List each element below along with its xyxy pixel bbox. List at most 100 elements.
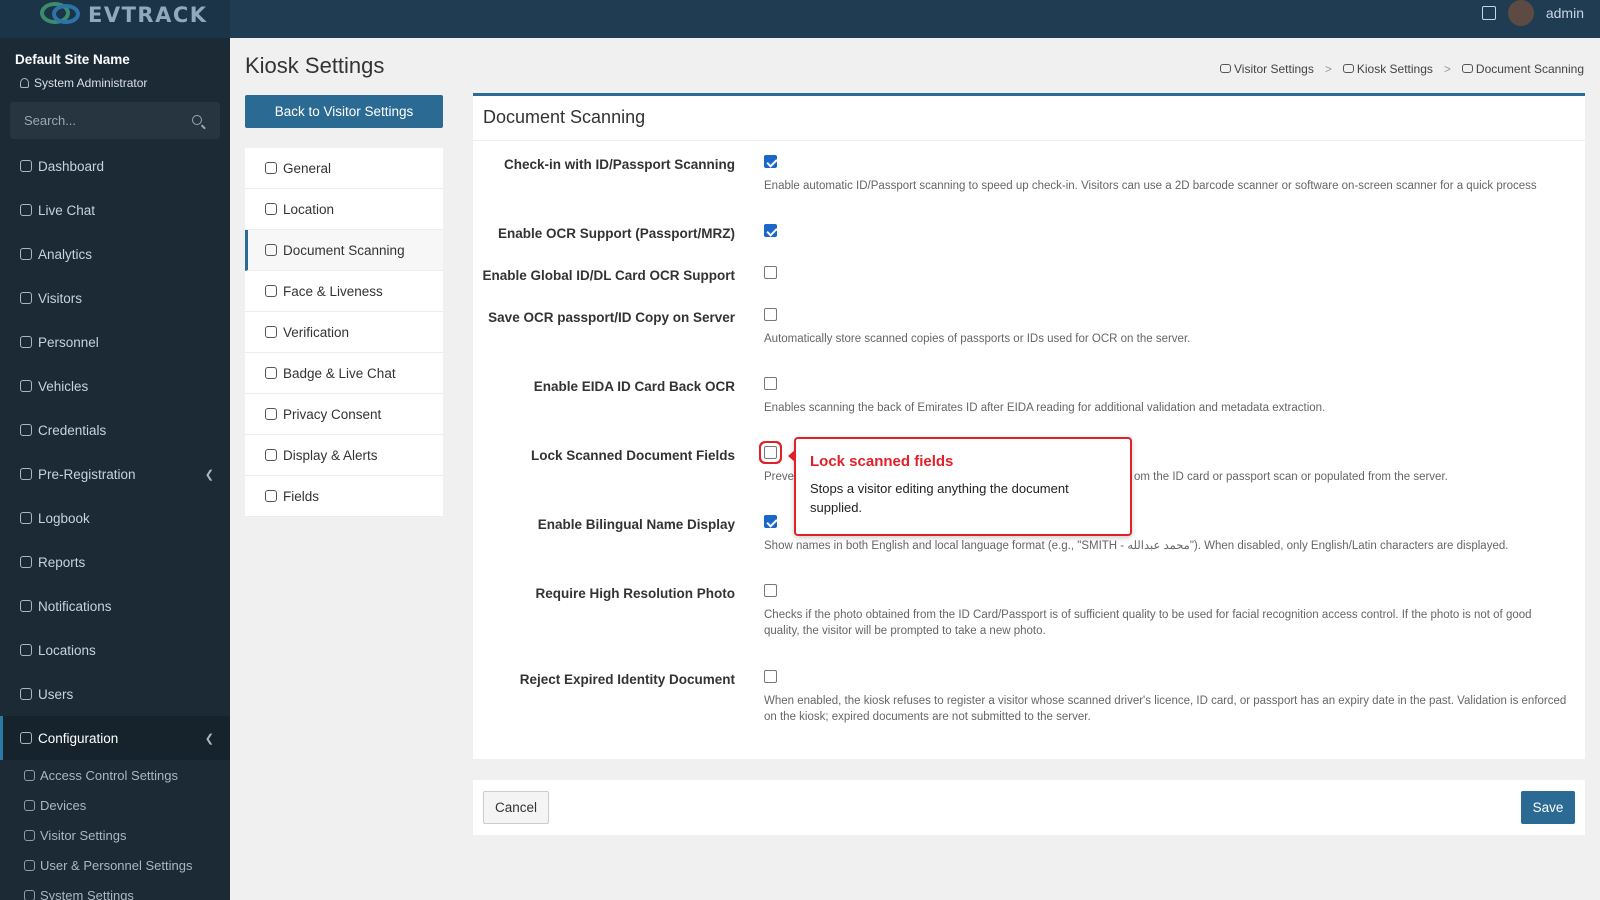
notifications-icon — [20, 600, 32, 612]
setting-description: Enable automatic ID/Passport scanning to… — [764, 180, 1537, 192]
sidebar-item-analytics[interactable]: Analytics — [0, 232, 230, 276]
checkbox-global-id-ocr[interactable] — [764, 266, 777, 279]
subnav-label: Fields — [283, 488, 320, 504]
user-role-text: System Administrator — [34, 76, 148, 90]
sidebar-nav: Dashboard Live Chat Analytics Visitors P… — [0, 144, 230, 900]
tooltip-title: Lock scanned fields — [810, 453, 954, 470]
checklist-icon — [265, 490, 277, 502]
subnav-display-alerts[interactable]: Display & Alerts — [245, 435, 443, 476]
sidebar-item-vehicles[interactable]: Vehicles — [0, 364, 230, 408]
chevron-left-icon: ❮ — [204, 732, 214, 745]
checkbox-bilingual-name[interactable] — [764, 515, 777, 528]
setting-label: Enable EIDA ID Card Back OCR — [533, 379, 735, 394]
sidebar-item-credentials[interactable]: Credentials — [0, 408, 230, 452]
sidebar-item-label: Configuration — [38, 730, 119, 746]
evtrack-logo[interactable]: EVTRACK — [38, 0, 208, 30]
subnav-label: Verification — [283, 324, 350, 340]
back-to-visitor-settings-button[interactable]: Back to Visitor Settings — [245, 95, 443, 128]
document-scanning-panel: Document Scanning Check-in with ID/Passp… — [473, 93, 1585, 759]
gear-icon — [1461, 64, 1473, 73]
checkbox-lock-scanned-fields[interactable] — [764, 446, 777, 459]
breadcrumb-label: Visitor Settings — [1234, 62, 1314, 76]
sidebar-item-label: Pre-Registration — [38, 466, 136, 482]
checkbox-save-ocr-copy[interactable] — [764, 308, 777, 321]
sidebar-sub-item-user-personnel[interactable]: User & Personnel Settings — [0, 850, 230, 880]
sidebar-item-notifications[interactable]: Notifications — [0, 584, 230, 628]
device-icon — [24, 799, 35, 811]
subnav-badge-live-chat[interactable]: Badge & Live Chat — [245, 353, 443, 394]
sidebar-item-label: Locations — [38, 642, 96, 658]
sidebar-item-label: Notifications — [38, 598, 112, 614]
sidebar-item-dashboard[interactable]: Dashboard — [0, 144, 230, 188]
subnav-verification[interactable]: Verification — [245, 312, 443, 353]
sidebar-sub-item-visitor-settings[interactable]: Visitor Settings — [0, 820, 230, 850]
kiosk-settings-subnav: General Location Document Scanning Face … — [245, 148, 443, 517]
checkbox-high-resolution-photo[interactable] — [764, 584, 777, 597]
top-right-controls: admin — [1481, 0, 1584, 26]
user-role: System Administrator — [20, 76, 147, 90]
search-icon[interactable] — [192, 115, 202, 125]
search-input[interactable] — [24, 113, 184, 128]
subnav-label: Badge & Live Chat — [283, 365, 396, 381]
sidebar-sub-item-label: System Settings — [40, 887, 134, 900]
tooltip-body: Stops a visitor editing anything the doc… — [810, 481, 1069, 515]
sidebar-item-logbook[interactable]: Logbook — [0, 496, 230, 540]
sidebar-sub-item-system-settings[interactable]: System Settings — [0, 880, 230, 900]
sidebar-item-live-chat[interactable]: Live Chat — [0, 188, 230, 232]
setting-label: Require High Resolution Photo — [535, 586, 736, 601]
sidebar-item-locations[interactable]: Locations — [0, 628, 230, 672]
checkbox-reject-expired-document[interactable] — [764, 670, 777, 683]
save-button[interactable]: Save — [1521, 791, 1575, 824]
avatar[interactable] — [1507, 0, 1534, 26]
logo-area: EVTRACK — [0, 0, 230, 38]
checkbox-id-passport-scanning[interactable] — [764, 155, 777, 168]
sidebar-item-label: Vehicles — [38, 378, 89, 394]
panel-divider — [473, 140, 1585, 141]
book-icon[interactable] — [1481, 6, 1496, 20]
sidebar-item-users[interactable]: Users — [0, 672, 230, 716]
subnav-fields[interactable]: Fields — [245, 476, 443, 517]
setting-label: Check-in with ID/Passport Scanning — [503, 157, 735, 172]
sidebar-item-label: Visitors — [38, 290, 83, 306]
subnav-privacy-consent[interactable]: Privacy Consent — [245, 394, 443, 435]
subnav-label: Face & Liveness — [283, 283, 383, 299]
badge-icon — [265, 367, 277, 379]
breadcrumb-kiosk-settings[interactable]: Kiosk Settings — [1342, 62, 1433, 76]
sidebar-item-visitors[interactable]: Visitors — [0, 276, 230, 320]
sidebar-item-reports[interactable]: Reports — [0, 540, 230, 584]
credentials-icon — [20, 424, 32, 436]
checkbox-eida-back-ocr[interactable] — [764, 377, 777, 390]
subnav-label: Privacy Consent — [283, 406, 382, 422]
cancel-button[interactable]: Cancel — [483, 791, 549, 824]
subnav-face-liveness[interactable]: Face & Liveness — [245, 271, 443, 312]
user-menu-label[interactable]: admin — [1546, 5, 1584, 21]
sidebar-sub-item-devices[interactable]: Devices — [0, 790, 230, 820]
sidebar-sub-item-access-control[interactable]: Access Control Settings — [0, 760, 230, 790]
breadcrumb-separator: > — [1324, 62, 1332, 76]
setting-description-end: om the ID card or passport scan or popul… — [1134, 471, 1448, 483]
sidebar-sub-item-label: User & Personnel Settings — [40, 857, 193, 873]
breadcrumb: Visitor Settings > Kiosk Settings > Docu… — [1220, 62, 1584, 76]
lock-fields-tooltip: Lock scanned fields Stops a visitor edit… — [788, 437, 1132, 536]
sidebar-search — [10, 102, 220, 139]
eye-icon — [20, 292, 32, 304]
subnav-document-scanning[interactable]: Document Scanning — [245, 230, 443, 271]
sidebar-item-label: Logbook — [38, 510, 90, 526]
checkbox-ocr-support[interactable] — [764, 224, 777, 237]
sidebar-item-personnel[interactable]: Personnel — [0, 320, 230, 364]
sidebar-item-label: Reports — [38, 554, 86, 570]
subnav-location[interactable]: Location — [245, 189, 443, 230]
subnav-label: General — [283, 160, 332, 176]
breadcrumb-visitor-settings[interactable]: Visitor Settings — [1220, 62, 1314, 76]
sidebar-item-pre-registration[interactable]: Pre-Registration ❮ — [0, 452, 230, 496]
page-title: Kiosk Settings — [245, 53, 385, 78]
breadcrumb-label: Kiosk Settings — [1356, 62, 1433, 76]
breadcrumb-label: Document Scanning — [1475, 62, 1584, 76]
logo-text: EVTRACK — [88, 3, 208, 27]
sidebar-sub-item-label: Access Control Settings — [40, 767, 179, 783]
subnav-label: Document Scanning — [283, 242, 405, 258]
sidebar-item-configuration[interactable]: Configuration ❮ — [0, 716, 230, 760]
setting-label: Enable OCR Support (Passport/MRZ) — [497, 226, 735, 241]
subnav-general[interactable]: General — [245, 148, 443, 189]
sidebar-item-label: Dashboard — [38, 158, 105, 174]
